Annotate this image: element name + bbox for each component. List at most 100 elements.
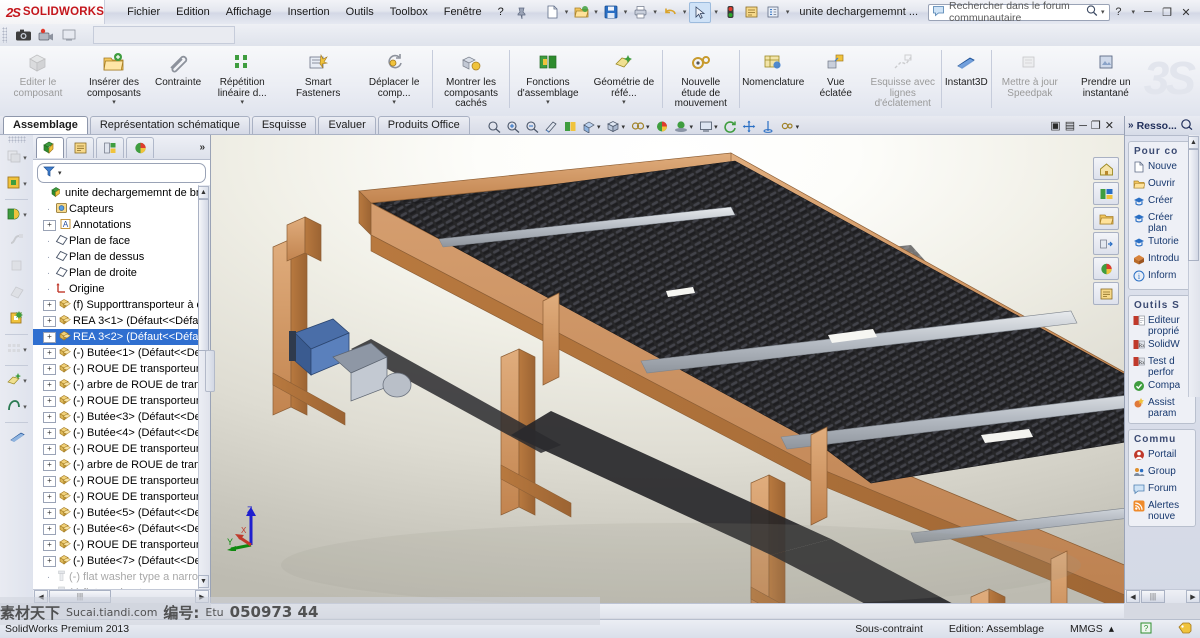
tree-expand-toggle[interactable]: + bbox=[43, 331, 56, 343]
restore-icon[interactable]: ❐ bbox=[1091, 119, 1101, 132]
notes-icon[interactable] bbox=[1093, 282, 1119, 305]
search-input[interactable]: Rechercher dans le forum communautaire bbox=[945, 0, 1085, 24]
tree-node[interactable]: + (-) Butée<6> (Défaut<<De bbox=[33, 521, 210, 537]
task-pane-scrollbar[interactable]: ▲ bbox=[1188, 135, 1200, 397]
ribbon-bill-of-materials[interactable]: Nomenclature bbox=[740, 46, 807, 112]
measure-caret[interactable]: ▾ bbox=[796, 123, 800, 131]
task-pane-link[interactable]: i Inform bbox=[1129, 269, 1195, 286]
search-caret[interactable]: ▾ bbox=[1099, 8, 1107, 16]
task-pane-link[interactable]: Alertes nouve bbox=[1129, 499, 1195, 523]
save-icon[interactable] bbox=[601, 3, 621, 22]
task-pane-link[interactable]: Portail bbox=[1129, 448, 1195, 465]
tab-assemblage[interactable]: Assemblage bbox=[3, 116, 88, 134]
tree-node[interactable]: + (-) Butée<3> (Défaut<<De bbox=[33, 409, 210, 425]
section-view-icon[interactable] bbox=[561, 119, 578, 135]
undo-caret[interactable]: ▾ bbox=[681, 8, 689, 16]
ribbon-dropdown-caret[interactable]: ▾ bbox=[112, 99, 116, 106]
scroll-left-arrow[interactable]: ◀ bbox=[1126, 590, 1140, 603]
display-settings-caret[interactable]: ▾ bbox=[784, 8, 792, 16]
tree-expand-toggle[interactable]: + bbox=[43, 555, 56, 567]
tree-node[interactable]: · (-) flat washer type a narro bbox=[33, 585, 210, 589]
feature-tree-rows[interactable]: unite dechargememnt de bric · Capteurs + A An… bbox=[33, 185, 210, 589]
display-settings-icon[interactable] bbox=[763, 3, 783, 22]
tree-expand-toggle[interactable]: + bbox=[43, 347, 56, 359]
scene-caret[interactable]: ▾ bbox=[690, 123, 694, 131]
tree-node[interactable]: + (-) Butée<7> (Défaut<<De bbox=[33, 553, 210, 569]
feature-manager-tab[interactable] bbox=[36, 136, 64, 158]
save-caret[interactable]: ▾ bbox=[622, 8, 630, 16]
new-document-caret[interactable]: ▾ bbox=[563, 8, 571, 16]
task-pane-header[interactable]: » Resso... bbox=[1125, 116, 1200, 136]
tree-node[interactable]: + (-) Butée<5> (Défaut<<De bbox=[33, 505, 210, 521]
ribbon-explode-line-sketch[interactable]: Esquisse avec lignes d'éclatement bbox=[865, 46, 941, 112]
task-pane-link[interactable]: Group bbox=[1129, 465, 1195, 482]
print-caret[interactable]: ▾ bbox=[651, 8, 659, 16]
apply-scene-icon[interactable] bbox=[1093, 232, 1119, 255]
view-settings-icon[interactable] bbox=[697, 119, 714, 135]
task-pane-link[interactable]: Compa bbox=[1129, 379, 1195, 396]
tree-expand-toggle[interactable]: + bbox=[43, 443, 56, 455]
menu-bar[interactable]: Fichier Edition Affichage Insertion Outi… bbox=[119, 0, 532, 24]
task-pane-link[interactable]: Nouve bbox=[1129, 160, 1195, 177]
tree-node[interactable]: · Plan de droite bbox=[33, 265, 210, 281]
tree-node[interactable]: + (-) ROUE DE transporteur à bbox=[33, 489, 210, 505]
ribbon-update-speedpak[interactable]: Mettre à jour Speedpak bbox=[992, 46, 1068, 112]
display-style-icon[interactable] bbox=[605, 119, 622, 135]
left-tool-swept-boss[interactable] bbox=[0, 228, 33, 254]
ribbon-dropdown-caret[interactable]: ▾ bbox=[240, 99, 244, 106]
tree-node[interactable]: + (-) ROUE DE transporteur à bbox=[33, 537, 210, 553]
left-tool-boundary-boss[interactable] bbox=[0, 280, 33, 306]
tree-node[interactable]: + (-) arbre de ROUE de trans bbox=[33, 457, 210, 473]
task-pane-link[interactable]: Editeur proprié bbox=[1129, 314, 1195, 338]
panel-splitter[interactable] bbox=[205, 350, 215, 392]
tree-expand-toggle[interactable]: + bbox=[43, 507, 56, 519]
tree-node[interactable]: + (-) ROUE DE transporteur à bbox=[33, 393, 210, 409]
task-pane-link[interactable]: Assist param bbox=[1129, 396, 1195, 420]
dropdown-caret[interactable]: ▾ bbox=[23, 346, 27, 354]
restore-icon[interactable]: ❐ bbox=[1159, 4, 1175, 20]
document-window-controls[interactable]: ▣ ▤ ─ ❐ ✕ bbox=[1050, 119, 1114, 133]
view-settings-caret[interactable]: ▾ bbox=[714, 123, 718, 131]
tab-esquisse[interactable]: Esquisse bbox=[251, 116, 317, 134]
zoom-to-area-icon[interactable] bbox=[504, 119, 521, 135]
tree-node[interactable]: · Plan de dessus bbox=[33, 249, 210, 265]
ribbon-dropdown-caret[interactable]: ▾ bbox=[392, 99, 396, 106]
menu-help[interactable]: ? bbox=[490, 3, 512, 21]
tree-node[interactable]: · Origine bbox=[33, 281, 210, 297]
toolbar-grip[interactable] bbox=[7, 136, 26, 143]
task-pane-link[interactable]: Créer plan bbox=[1129, 211, 1195, 235]
tab-evaluer[interactable]: Evaluer bbox=[318, 116, 376, 134]
capture-tools[interactable] bbox=[13, 26, 79, 45]
ribbon-dropdown-caret[interactable]: ▾ bbox=[546, 99, 550, 106]
menu-affichage[interactable]: Affichage bbox=[218, 3, 280, 21]
tree-expand-toggle[interactable]: + bbox=[43, 315, 56, 327]
ribbon-reference-geometry[interactable]: Géométrie de réfé... ▾ bbox=[586, 46, 662, 112]
ribbon-insert-components[interactable]: Insérer des composants ▾ bbox=[76, 46, 152, 112]
task-pane-link[interactable]: Créer bbox=[1129, 194, 1195, 211]
appearances-icon[interactable] bbox=[654, 119, 671, 135]
ribbon-show-hidden-components[interactable]: Montrer les composants cachés bbox=[433, 46, 509, 112]
hide-show-caret[interactable]: ▾ bbox=[646, 123, 650, 131]
undo-icon[interactable] bbox=[660, 3, 680, 22]
rebuild-icon[interactable] bbox=[721, 3, 741, 22]
print-icon[interactable] bbox=[630, 3, 650, 22]
tree-expand-toggle[interactable]: + bbox=[43, 539, 56, 551]
viewport-corner-toolbar[interactable] bbox=[1093, 157, 1119, 305]
ribbon-take-snapshot[interactable]: Prendre un instantané bbox=[1068, 46, 1144, 112]
quick-access-toolbar[interactable]: ▾ ▾ ▾ ▾ ▾ ▾ ▾ bbox=[542, 1, 792, 23]
dropdown-caret[interactable]: ▾ bbox=[23, 403, 27, 411]
menu-toolbox[interactable]: Toolbox bbox=[382, 3, 436, 21]
pan-icon[interactable] bbox=[741, 119, 758, 135]
rotate-view-icon[interactable] bbox=[722, 119, 739, 135]
tree-expand-toggle[interactable]: + bbox=[43, 427, 56, 439]
previous-view-icon[interactable] bbox=[542, 119, 559, 135]
search-icon[interactable] bbox=[1085, 4, 1099, 20]
menu-edition[interactable]: Edition bbox=[168, 3, 218, 21]
display-style-caret[interactable]: ▾ bbox=[622, 123, 626, 131]
configuration-manager-tab[interactable] bbox=[96, 136, 124, 158]
zoom-to-fit-icon[interactable] bbox=[485, 119, 502, 135]
expand-task-pane-chevron[interactable]: » bbox=[1128, 120, 1134, 131]
tree-expand-toggle[interactable]: + bbox=[43, 475, 56, 487]
help-icon[interactable]: ? bbox=[1110, 4, 1126, 20]
left-tool-extruded-cut[interactable] bbox=[0, 306, 33, 332]
